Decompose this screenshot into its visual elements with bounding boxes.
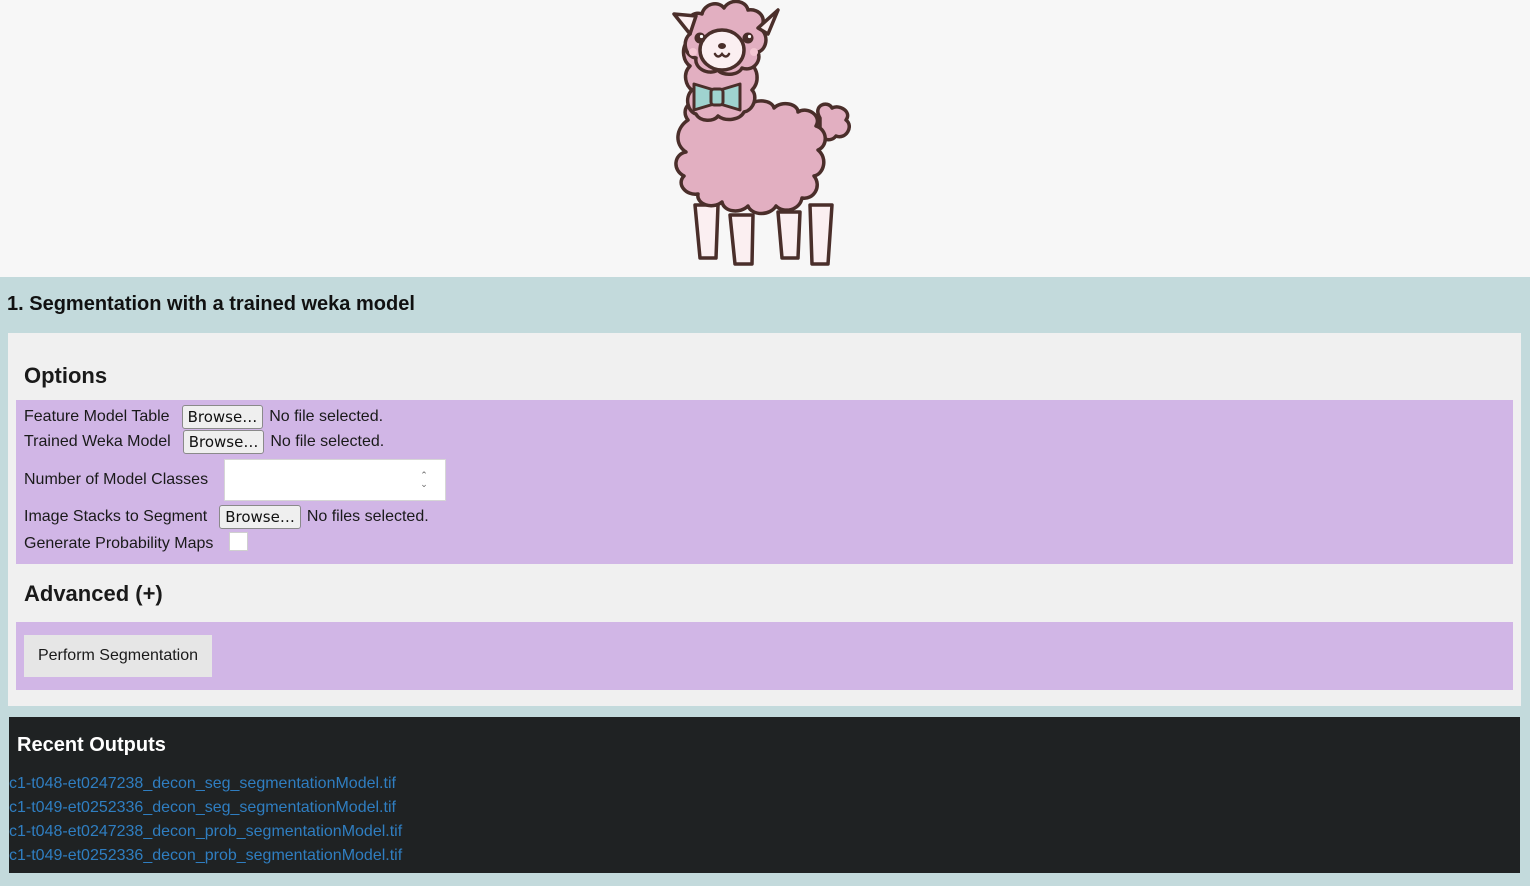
options-panel: Feature Model Table Browse… No file sele… xyxy=(16,400,1513,564)
section-title: 1. Segmentation with a trained weka mode… xyxy=(7,293,415,315)
segmentation-section: 1. Segmentation with a trained weka mode… xyxy=(0,277,1530,886)
perform-segmentation-button[interactable]: Perform Segmentation xyxy=(24,635,212,677)
model-classes-number-input[interactable]: ⌃ ⌄ xyxy=(224,459,447,501)
model-classes-row: Number of Model Classes ⌃ ⌄ xyxy=(24,459,447,501)
feature-model-table-row: Feature Model Table Browse… No file sele… xyxy=(24,405,383,429)
image-stacks-row: Image Stacks to Segment Browse… No files… xyxy=(24,505,429,529)
image-stacks-browse-button[interactable]: Browse… xyxy=(219,505,301,529)
llama-mascot-icon xyxy=(672,0,851,266)
feature-model-table-status: No file selected. xyxy=(269,408,384,425)
output-file-link[interactable]: c1-t048-et0247238_decon_seg_segmentation… xyxy=(9,775,396,793)
image-stacks-status: No files selected. xyxy=(306,508,429,525)
model-classes-label: Number of Model Classes xyxy=(24,471,209,488)
trained-weka-model-status: No file selected. xyxy=(270,433,385,450)
header-banner xyxy=(0,0,1530,277)
trained-weka-model-browse-button[interactable]: Browse… xyxy=(182,430,265,454)
feature-model-table-label: Feature Model Table xyxy=(24,408,170,425)
options-heading: Options xyxy=(24,363,108,388)
trained-weka-model-label: Trained Weka Model xyxy=(24,433,171,450)
recent-outputs-panel: Recent Outputs c1-t048-et0247238_decon_s… xyxy=(9,717,1520,873)
segmentation-card: Options Feature Model Table Browse… No f… xyxy=(8,333,1521,706)
output-file-link[interactable]: c1-t049-et0252336_decon_seg_segmentation… xyxy=(9,799,396,817)
output-file-link[interactable]: c1-t048-et0247238_decon_prob_segmentatio… xyxy=(9,823,402,841)
recent-outputs-title: Recent Outputs xyxy=(17,734,166,756)
action-panel: Perform Segmentation xyxy=(16,622,1513,690)
trained-weka-model-row: Trained Weka Model Browse… No file selec… xyxy=(24,430,384,454)
output-file-link[interactable]: c1-t049-et0252336_decon_prob_segmentatio… xyxy=(9,847,402,865)
probability-maps-checkbox[interactable] xyxy=(229,532,249,551)
probability-maps-row: Generate Probability Maps xyxy=(24,532,249,553)
advanced-toggle[interactable]: Advanced (+) xyxy=(24,581,163,607)
probability-maps-label: Generate Probability Maps xyxy=(24,534,214,552)
number-spinner-icon[interactable]: ⌃ ⌄ xyxy=(417,471,431,491)
feature-model-table-browse-button[interactable]: Browse… xyxy=(181,405,264,429)
image-stacks-label: Image Stacks to Segment xyxy=(24,508,208,525)
